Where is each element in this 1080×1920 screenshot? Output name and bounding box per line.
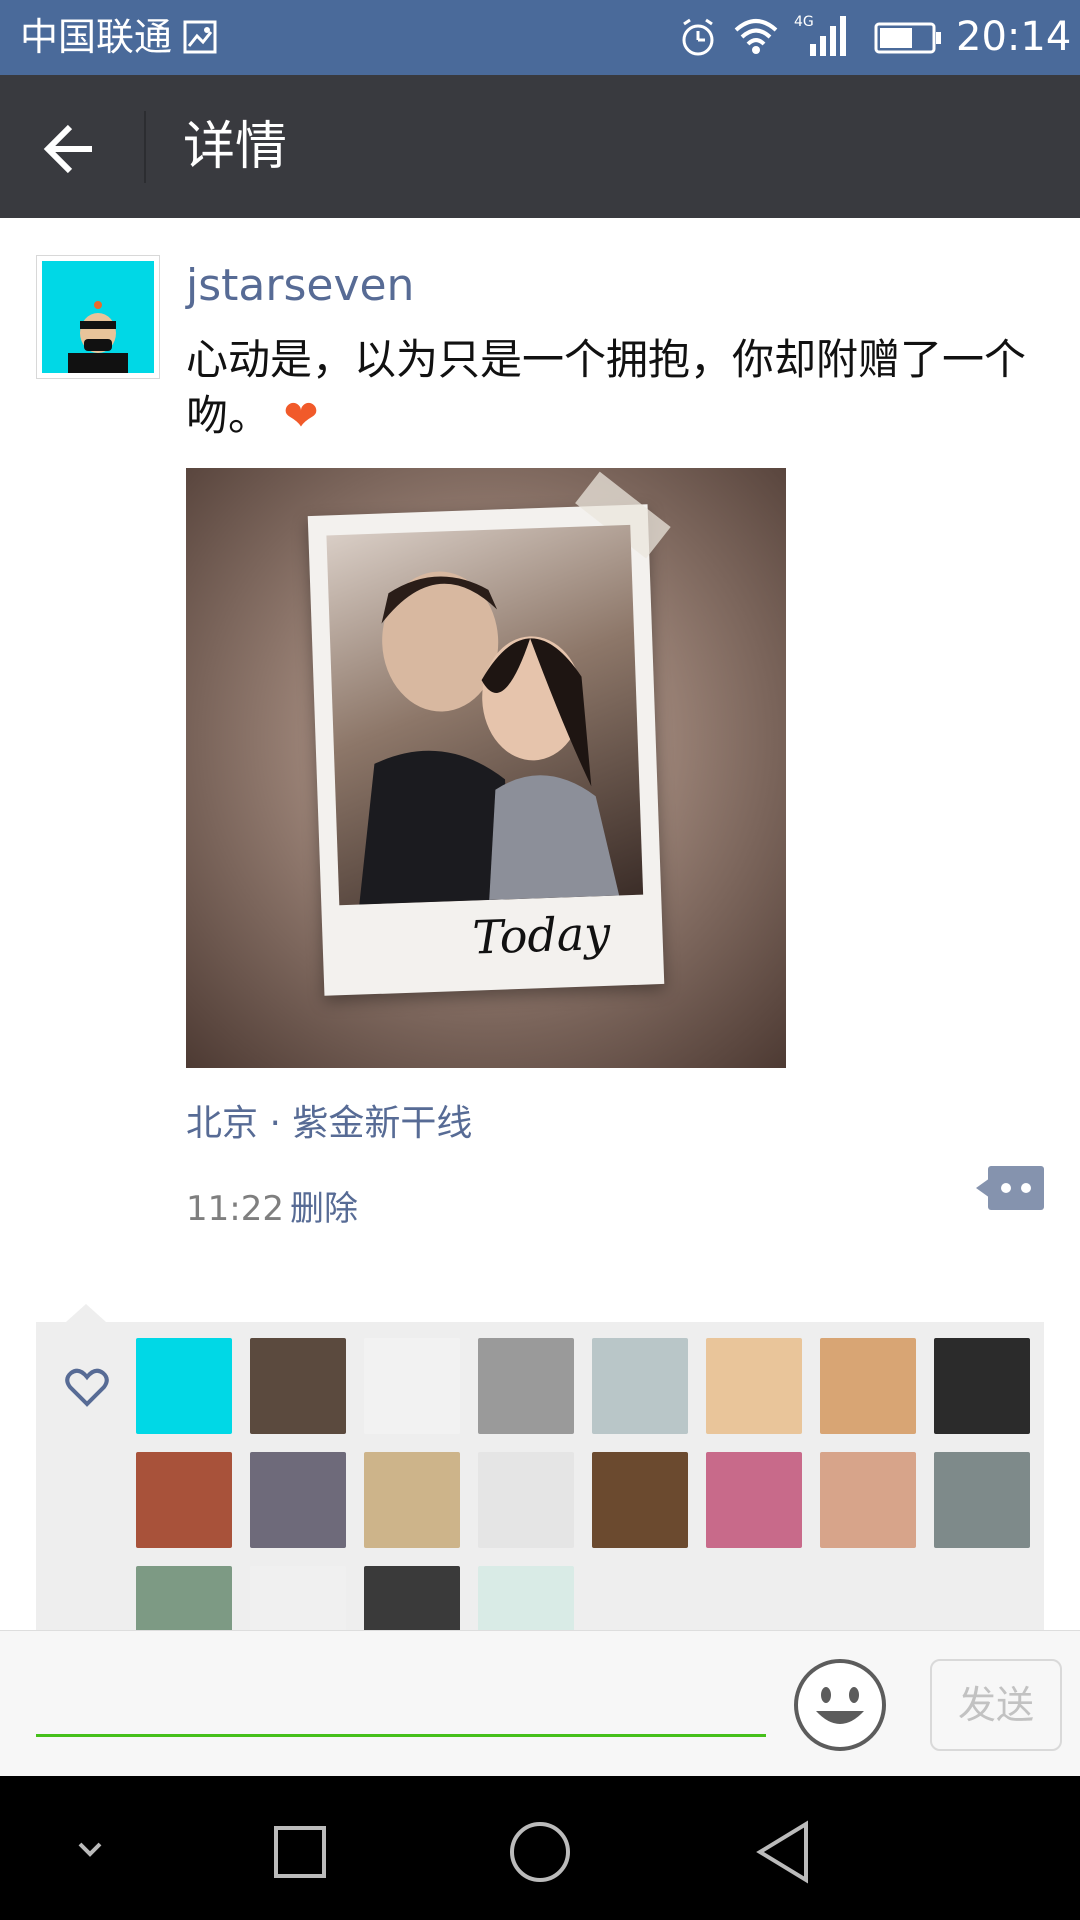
liker-avatar[interactable] [136,1338,232,1434]
liker-avatar[interactable] [592,1338,688,1434]
liker-avatar[interactable] [592,1452,688,1548]
liker-avatar[interactable] [820,1338,916,1434]
liker-avatar[interactable] [136,1452,232,1548]
photo-caption: Today [471,905,612,965]
author-name-link[interactable]: jstarseven [186,258,414,314]
liker-avatar[interactable] [820,1452,916,1548]
send-button[interactable]: 发送 [930,1659,1062,1751]
carrier-label: 中国联通 [20,15,173,59]
heart-emoji-icon: ❤ [283,391,319,440]
liker-avatar[interactable] [250,1452,346,1548]
wifi-icon [734,19,778,54]
location-link[interactable]: 北京 · 紫金新干线 [186,1100,472,1148]
post-time: 11:22 [186,1189,284,1229]
alarm-icon [682,18,714,56]
clock-label: 20:14 [956,14,1072,60]
liker-avatar[interactable] [478,1566,574,1630]
battery-icon [874,22,941,54]
liker-avatar[interactable] [706,1338,802,1434]
page-title: 详情 [183,117,288,177]
author-avatar[interactable] [36,255,160,379]
heart-outline-icon [65,1368,109,1407]
couple-photo [326,524,644,906]
comment-more-icon[interactable] [976,1166,1044,1210]
post-text: 心动是，以为只是一个拥抱，你却附赠了一个吻。 ❤ [186,332,1046,444]
liker-avatar[interactable] [364,1452,460,1548]
liker-avatar[interactable] [934,1338,1030,1434]
liker-avatar[interactable] [364,1338,460,1434]
back-triangle-icon[interactable] [754,1820,814,1884]
post-photo[interactable]: Today [186,468,786,1068]
app-bar: 详情 [0,75,1080,218]
liker-avatar[interactable] [706,1452,802,1548]
polaroid-frame: Today [307,471,671,996]
back-arrow-icon[interactable] [40,119,100,179]
liker-avatar[interactable] [478,1452,574,1548]
network-type-label: 4G [794,14,814,30]
image-icon [183,20,217,54]
status-bar: 中国联通 4G 20:14 [0,0,1080,75]
liker-avatar[interactable] [250,1566,346,1630]
hide-keyboard-icon[interactable] [70,1830,110,1870]
comment-input-bar: 发送 [0,1630,1080,1776]
signal-icon: 4G [794,14,846,56]
home-circle-icon[interactable] [508,1820,572,1884]
delete-button[interactable]: 删除 [290,1186,358,1232]
system-nav-bar [0,1776,1080,1920]
likes-caret [66,1304,106,1322]
liker-avatar[interactable] [364,1566,460,1630]
avatar-illustration [42,261,154,373]
recents-square-icon[interactable] [272,1824,328,1880]
comment-input[interactable] [36,1673,766,1737]
post-detail: jstarseven 心动是，以为只是一个拥抱，你却附赠了一个吻。 ❤ Toda… [0,218,1080,1630]
likes-panel [36,1304,1044,1630]
liker-avatar[interactable] [934,1452,1030,1548]
liker-avatar[interactable] [136,1566,232,1630]
likes-avatar-grid [136,1338,1040,1630]
liker-avatar[interactable] [250,1338,346,1434]
smiley-face-icon[interactable] [792,1657,888,1753]
app-bar-divider [144,111,146,183]
liker-avatar[interactable] [478,1338,574,1434]
